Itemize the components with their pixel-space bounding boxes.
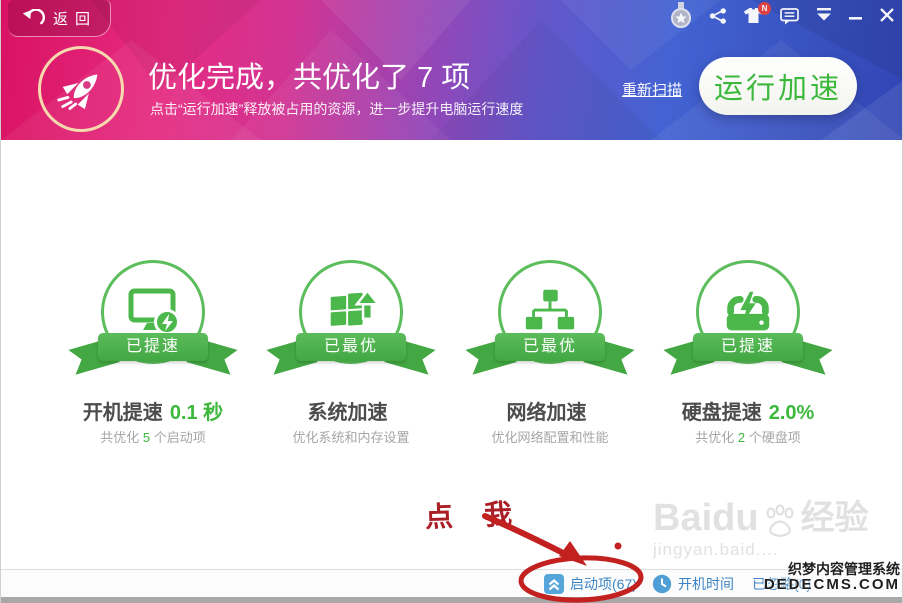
status-ribbon: 已提速 [668,333,828,379]
app-window: 返回 [0,0,903,603]
card-subtitle: 优化网络配置和性能 [450,427,650,446]
minimize-icon[interactable] [849,8,863,26]
card-network-acceleration: 已最优 网络加速 优化网络配置和性能 [450,260,650,379]
ribbon-label: 已提速 [98,333,208,361]
status-ribbon: 已提速 [73,333,233,379]
share-icon[interactable] [709,8,727,29]
rocket-icon [44,52,118,126]
card-subtitle: 共优化 5 个启动项 [53,427,253,446]
page-subtitle: 点击“运行加速”释放被占用的资源，进一步提升电脑运行速度 [150,99,523,119]
page-title: 优化完成，共优化了 7 项 [148,54,470,96]
ribbon-label: 已最优 [495,333,605,361]
new-badge: N [758,2,771,15]
status-ribbon: 已最优 [271,333,431,379]
close-icon[interactable] [880,8,894,27]
main-menu-icon[interactable] [816,8,832,26]
ribbon-label: 已最优 [296,333,406,361]
jingyan-text: 经验 [801,498,869,538]
theme-shirt-icon[interactable]: N [744,8,763,28]
medal-badge-icon[interactable] [670,2,692,35]
window-bottom-edge [1,597,903,603]
jingyan-url: jingyan.baid.... [653,540,869,560]
header-banner: 返回 [1,0,903,140]
card-boot-speedup: 已提速 开机提速0.1 秒 共优化 5 个启动项 [53,260,253,379]
footer-item-ignored[interactable]: 已忽略(0) [752,570,811,598]
run-acceleration-button[interactable]: 运行加速 [699,57,857,115]
card-title: 开机提速0.1 秒 [53,396,253,425]
card-value: 0.1 秒 [170,402,223,424]
card-subtitle: 优化系统和内存设置 [251,427,451,446]
card-disk-speedup: 已提速 硬盘提速2.0% 共优化 2 个硬盘项 [648,260,848,379]
feedback-chat-icon[interactable] [780,8,799,30]
boot-time-clock-icon [652,574,672,594]
card-title: 网络加速 [450,396,650,425]
startup-items-icon [544,574,564,594]
rocket-badge [38,46,124,132]
back-button[interactable]: 返回 [8,0,111,37]
baidu-paw-icon [763,504,797,538]
click-me-annotation-label: 点 我 [424,492,524,535]
ribbon-label: 已提速 [693,333,803,361]
card-title: 系统加速 [251,396,451,425]
footer-bar: 启动项(67) 开机时间 已忽略(0) [1,569,903,598]
baidu-jingyan-watermark: Baidu 经验 jingyan.baid.... [653,498,869,560]
baidu-logo-text: Baidu [653,498,759,538]
footer-item-startup-items[interactable]: 启动项(67) [544,570,637,598]
card-system-acceleration: 已最优 系统加速 优化系统和内存设置 [251,260,451,379]
titlebar-controls: N [670,0,894,30]
footer-item-boot-time[interactable]: 开机时间 [652,570,734,598]
back-arrow-icon [21,9,45,28]
footer-item-label: 开机时间 [678,574,734,594]
status-ribbon: 已最优 [470,333,630,379]
footer-item-label: 启动项(67) [570,574,637,594]
card-value: 2.0% [769,402,815,424]
card-subtitle: 共优化 2 个硬盘项 [648,427,848,446]
rescan-link[interactable]: 重新扫描 [622,79,682,100]
card-title: 硬盘提速2.0% [648,396,848,425]
back-button-label: 返回 [53,8,97,29]
footer-item-label: 已忽略(0) [752,574,811,594]
